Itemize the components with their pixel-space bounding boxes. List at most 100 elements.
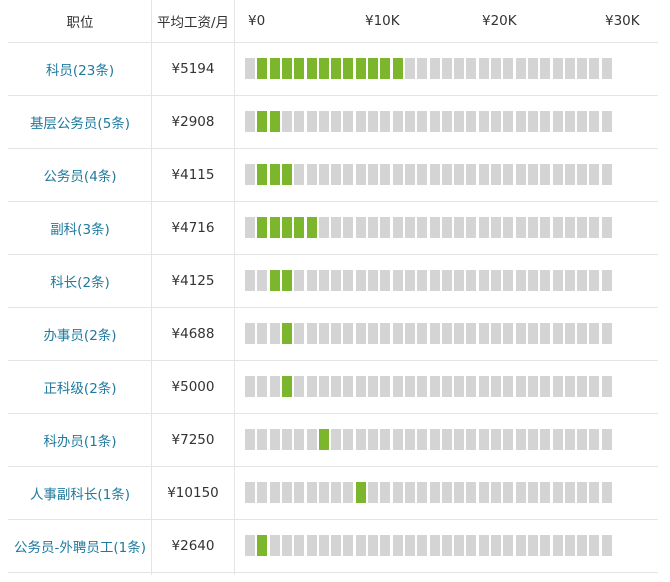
salary-bar: [0, 254, 670, 307]
table-row: 科员(23条) ¥5194: [0, 42, 670, 95]
bar-cell-empty: [368, 323, 378, 344]
bar-cell-empty: [343, 217, 354, 238]
axis-tick-0: ¥0: [248, 13, 266, 29]
bar-cell-empty: [454, 323, 465, 344]
bar-cell-empty: [540, 535, 551, 556]
bar-cell-empty: [257, 482, 268, 503]
table-row: 副科(3条) ¥4716: [0, 201, 670, 254]
bar-cell-empty: [306, 323, 317, 344]
bar-cell-empty: [441, 482, 452, 503]
bar-cell-empty: [318, 323, 329, 344]
bar-cell-empty: [503, 58, 514, 79]
bar-cell-empty: [491, 217, 501, 238]
bar-cell-filled: [331, 58, 342, 79]
bar-cell-empty: [269, 429, 280, 450]
bar-cell-empty: [601, 164, 612, 185]
bar-cell-empty: [515, 217, 526, 238]
bar-cell-empty: [589, 535, 600, 556]
bar-cell-empty: [404, 217, 415, 238]
bar-cell-empty: [441, 58, 452, 79]
bar-cell-empty: [527, 270, 538, 291]
bar-cell-empty: [294, 111, 305, 132]
bar-cell-empty: [577, 58, 588, 79]
bar-cell-empty: [392, 111, 403, 132]
bar-cell-empty: [245, 58, 255, 79]
row-divider: [8, 572, 658, 573]
bar-cell-empty: [527, 323, 538, 344]
bar-cell-empty: [441, 376, 452, 397]
bar-cell-empty: [540, 217, 551, 238]
bar-cell-empty: [368, 429, 378, 450]
bar-cell-empty: [429, 164, 440, 185]
bar-cell-empty: [380, 482, 391, 503]
bar-cell-filled: [257, 535, 268, 556]
bar-cell-empty: [404, 270, 415, 291]
bar-cell-empty: [368, 217, 378, 238]
bar-cell-empty: [589, 323, 600, 344]
bar-cell-empty: [331, 482, 342, 503]
bar-cell-empty: [380, 376, 391, 397]
bar-cell-empty: [466, 58, 477, 79]
bar-cell-empty: [294, 482, 305, 503]
bar-cell-empty: [577, 111, 588, 132]
bar-cell-empty: [552, 217, 563, 238]
table-row: 公务员-外聘员工(1条) ¥2640: [0, 519, 670, 572]
bar-cell-empty: [380, 164, 391, 185]
bar-cell-empty: [540, 323, 551, 344]
bar-cell-empty: [368, 535, 378, 556]
bar-cell-empty: [441, 429, 452, 450]
bar-cell-empty: [281, 535, 292, 556]
bar-cell-filled: [392, 58, 403, 79]
bar-cell-filled: [257, 58, 268, 79]
bar-cell-empty: [306, 270, 317, 291]
bar-cell-empty: [294, 376, 305, 397]
bar-cell-empty: [601, 323, 612, 344]
bar-cell-empty: [343, 270, 354, 291]
bar-cell-empty: [466, 270, 477, 291]
bar-cell-empty: [404, 111, 415, 132]
bar-cell-empty: [417, 323, 428, 344]
bar-cell-filled: [269, 111, 280, 132]
bar-cell-empty: [564, 111, 575, 132]
bar-cell-empty: [527, 376, 538, 397]
bar-cell-empty: [466, 111, 477, 132]
bar-cell-empty: [552, 323, 563, 344]
bar-cell-empty: [503, 270, 514, 291]
bar-cell-empty: [392, 270, 403, 291]
bar-cell-filled: [281, 376, 292, 397]
bar-cell-empty: [491, 376, 501, 397]
bar-cell-filled: [380, 58, 391, 79]
bar-cell-empty: [466, 429, 477, 450]
bar-cell-empty: [343, 429, 354, 450]
bar-cell-empty: [368, 164, 378, 185]
bar-cell-empty: [478, 323, 489, 344]
bar-cell-empty: [368, 376, 378, 397]
bar-cell-empty: [454, 58, 465, 79]
bar-cell-empty: [564, 482, 575, 503]
bar-cell-empty: [589, 429, 600, 450]
axis-tick-10k: ¥10K: [365, 13, 400, 29]
bar-cell-empty: [527, 482, 538, 503]
bar-cell-empty: [540, 58, 551, 79]
salary-bar: [0, 466, 670, 519]
bar-cell-empty: [515, 482, 526, 503]
table-row: 公务员(4条) ¥4115: [0, 148, 670, 201]
bar-cell-empty: [527, 58, 538, 79]
bar-cell-empty: [454, 535, 465, 556]
bar-cell-empty: [527, 217, 538, 238]
bar-cell-empty: [601, 270, 612, 291]
bar-cell-filled: [281, 323, 292, 344]
bar-cell-empty: [245, 429, 255, 450]
bar-cell-filled: [257, 164, 268, 185]
bar-cell-empty: [404, 323, 415, 344]
bar-cell-empty: [331, 217, 342, 238]
column-header-salary: 平均工资/月: [156, 15, 230, 31]
bar-cell-empty: [331, 323, 342, 344]
bar-cell-empty: [269, 482, 280, 503]
bar-cell-empty: [245, 164, 255, 185]
bar-cell-empty: [515, 58, 526, 79]
salary-bar: [0, 148, 670, 201]
bar-cell-filled: [257, 217, 268, 238]
bar-cell-filled: [281, 58, 292, 79]
bar-cell-empty: [454, 164, 465, 185]
